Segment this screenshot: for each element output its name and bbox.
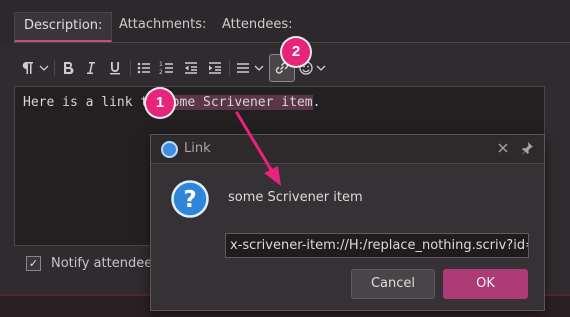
editor-text-after: . <box>312 95 321 110</box>
indent-icon[interactable] <box>205 54 225 82</box>
toolbar-separator <box>229 60 230 76</box>
align-icon[interactable] <box>233 54 253 82</box>
cancel-button[interactable]: Cancel <box>351 269 435 299</box>
callout-1: 1 <box>146 89 174 117</box>
dialog-message: some Scrivener item <box>228 190 363 205</box>
dialog-title: Link <box>184 141 211 156</box>
bold-icon[interactable] <box>58 54 78 82</box>
tab-attachments[interactable]: Attachments: <box>110 12 215 42</box>
tab-bar: Description: Attachments: Attendees: <box>0 0 570 42</box>
chevron-down-icon[interactable] <box>315 54 327 82</box>
question-icon: ? <box>171 180 209 218</box>
notify-label: Notify attendee <box>51 255 153 271</box>
chevron-down-icon[interactable] <box>38 54 50 82</box>
toolbar-separator <box>130 60 131 76</box>
underline-icon[interactable] <box>105 54 125 82</box>
outdent-icon[interactable] <box>181 54 201 82</box>
italic-icon[interactable] <box>81 54 101 82</box>
chevron-down-icon[interactable] <box>253 54 265 82</box>
app-icon <box>161 141 178 158</box>
dialog-titlebar: Link <box>151 135 544 164</box>
editor-link-text[interactable]: some Scrivener item <box>163 95 313 110</box>
close-icon[interactable] <box>496 141 510 155</box>
ok-button[interactable]: OK <box>443 269 528 299</box>
notify-row: ✓ Notify attendee <box>26 254 152 272</box>
callout-2: 2 <box>282 38 310 66</box>
tab-attendees[interactable]: Attendees: <box>213 12 302 42</box>
svg-text:1: 1 <box>159 61 163 68</box>
notify-checkbox[interactable]: ✓ <box>26 255 41 271</box>
paragraph-style-icon[interactable] <box>16 54 38 82</box>
url-input[interactable]: x-scrivener-item://H:/replace_nothing.sc… <box>225 233 529 258</box>
toolbar-separator <box>54 60 55 76</box>
bullet-list-icon[interactable] <box>134 54 154 82</box>
link-dialog: Link ? some Scrivener item x-scrivener-i… <box>150 134 545 311</box>
numbered-list-icon[interactable]: 12 <box>157 54 177 82</box>
pin-icon[interactable] <box>520 141 534 155</box>
editor-text-before: Here is a link to <box>23 95 164 110</box>
svg-text:2: 2 <box>159 69 163 76</box>
svg-text:?: ? <box>183 187 196 213</box>
tab-description[interactable]: Description: <box>14 12 113 42</box>
